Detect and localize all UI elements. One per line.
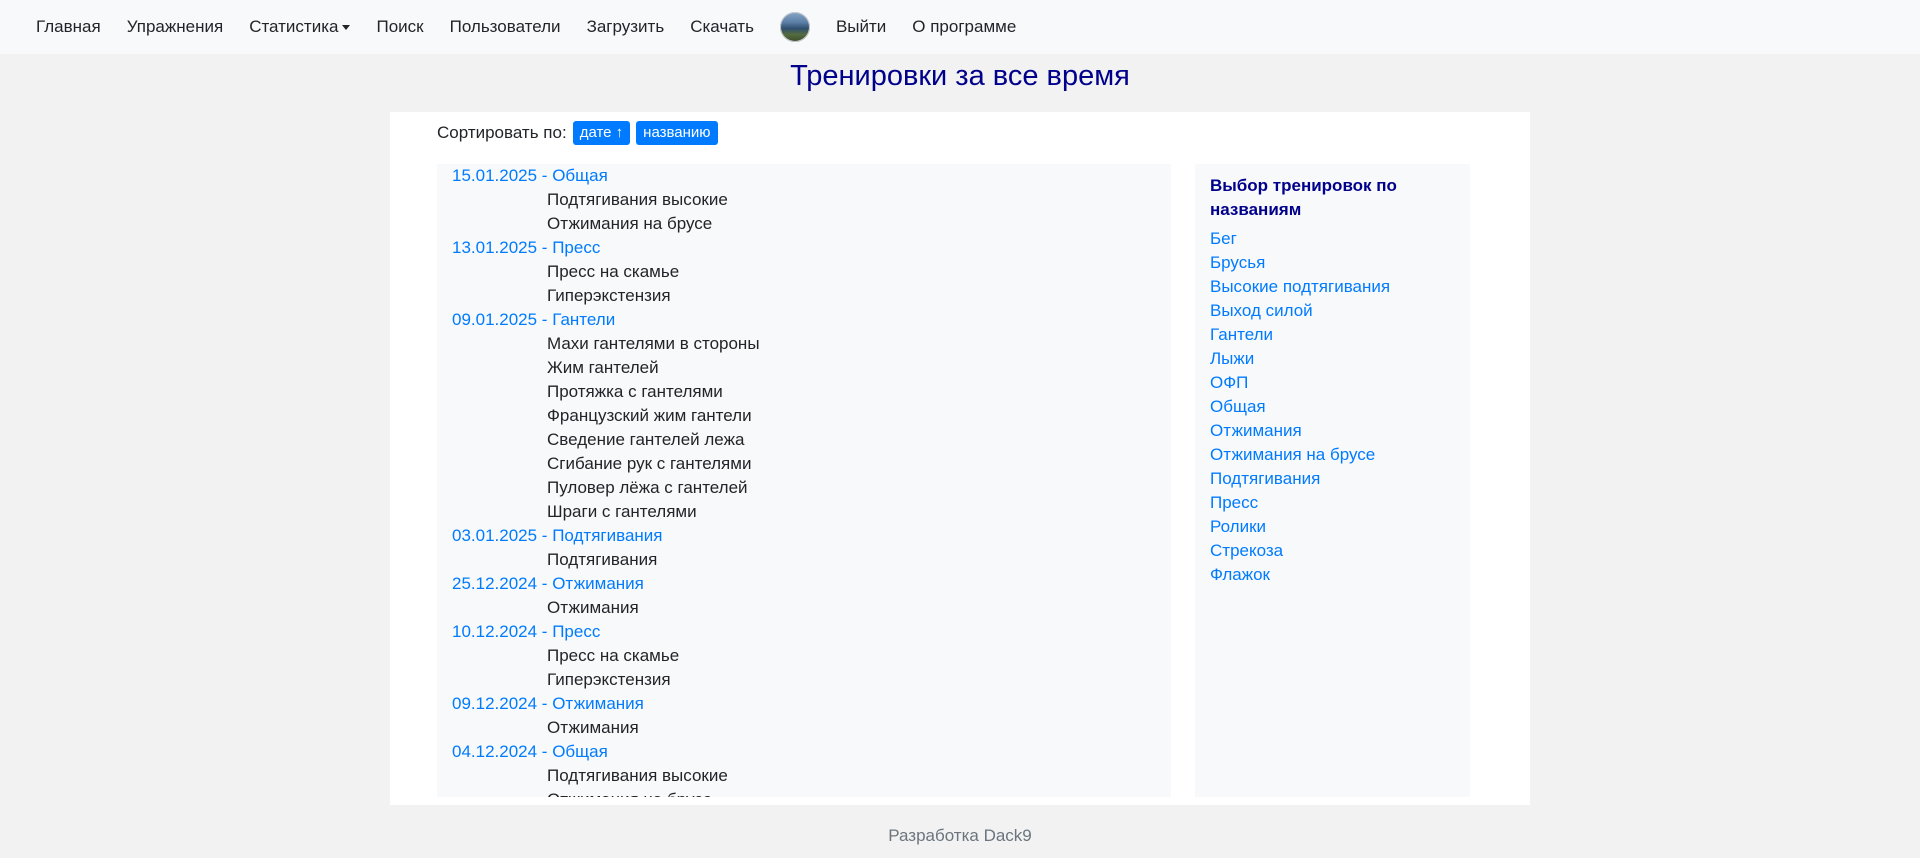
sidebar-title: Выбор тренировок по названиям	[1210, 176, 1397, 219]
sidebar-link[interactable]: Общая	[1210, 395, 1390, 419]
sidebar-link[interactable]: Выход силой	[1210, 299, 1390, 323]
sidebar-link[interactable]: Пресс	[1210, 491, 1390, 515]
nav-download[interactable]: Скачать	[690, 17, 754, 37]
nav-about[interactable]: О программе	[912, 17, 1016, 37]
nav-search[interactable]: Поиск	[376, 17, 423, 37]
sidebar-link[interactable]: ОФП	[1210, 371, 1390, 395]
page-title: Тренировки за все время	[790, 60, 1130, 92]
sort-by-date-button[interactable]: дате ↑	[572, 121, 631, 145]
nav-home[interactable]: Главная	[36, 17, 101, 37]
nav-users[interactable]: Пользователи	[450, 17, 561, 37]
exercise-item: Махи гантелями в стороны	[547, 334, 760, 353]
sidebar-link[interactable]: Бег	[1210, 227, 1390, 251]
sort-label: Сортировать по:	[437, 123, 567, 142]
exercise-item: Гиперэкстензия	[547, 670, 671, 689]
chevron-down-icon	[342, 24, 351, 30]
workout-link[interactable]: 10.12.2024 - Пресс	[437, 620, 1171, 644]
sidebar-link[interactable]: Отжимания	[1210, 419, 1390, 443]
workout-item: 03.01.2025 - Подтягивания Подтягивания	[437, 524, 1171, 572]
workout-link[interactable]: 03.01.2025 - Подтягивания	[437, 524, 1171, 548]
avatar[interactable]	[779, 12, 810, 42]
workout-link[interactable]: 04.12.2024 - Общая	[437, 740, 1171, 764]
exercise-item: Французский жим гантели	[547, 406, 752, 425]
exercise-item: Гиперэкстензия	[547, 286, 671, 305]
nav-statistics-label: Статистика	[249, 17, 339, 36]
nav-logout[interactable]: Выйти	[836, 17, 886, 37]
workout-link[interactable]: 15.01.2025 - Общая	[437, 164, 1171, 188]
top-navbar: Главная Упражнения Статистика Поиск Поль…	[0, 0, 1920, 54]
workout-link[interactable]: 13.01.2025 - Пресс	[437, 236, 1171, 260]
sort-by-name-button[interactable]: названию	[636, 121, 718, 145]
workout-link[interactable]: 25.12.2024 - Отжимания	[437, 572, 1171, 596]
workout-item: 04.12.2024 - Общая Подтягивания высокие …	[437, 740, 1171, 797]
sidebar-link[interactable]: Лыжи	[1210, 347, 1390, 371]
footer-credit: Разработка Dack9	[888, 826, 1032, 845]
workout-item: 25.12.2024 - Отжимания Отжимания	[437, 572, 1171, 620]
exercise-item: Пуловер лёжа с гантелей	[547, 478, 748, 497]
sidebar-link[interactable]: Высокие подтягивания	[1210, 275, 1390, 299]
nav-statistics-dropdown[interactable]: Статистика	[249, 17, 351, 37]
sidebar-link[interactable]: Гантели	[1210, 323, 1390, 347]
exercise-item: Сгибание рук с гантелями	[547, 454, 752, 473]
workout-link[interactable]: 09.01.2025 - Гантели	[437, 308, 1171, 332]
workout-item: 09.12.2024 - Отжимания Отжимания	[437, 692, 1171, 740]
exercise-item: Жим гантелей	[547, 358, 659, 377]
workout-item: 13.01.2025 - Пресс Пресс на скамье Гипер…	[437, 236, 1171, 308]
nav-exercises[interactable]: Упражнения	[127, 17, 223, 37]
exercise-item: Сведение гантелей лежа	[547, 430, 745, 449]
sidebar-link[interactable]: Ролики	[1210, 515, 1390, 539]
nav-upload[interactable]: Загрузить	[587, 17, 665, 37]
sort-bar: Сортировать по: дате ↑ названию	[437, 120, 718, 146]
workout-item: 10.12.2024 - Пресс Пресс на скамье Гипер…	[437, 620, 1171, 692]
workout-item: 09.01.2025 - Гантели Махи гантелями в ст…	[437, 308, 1171, 524]
workout-link[interactable]: 09.12.2024 - Отжимания	[437, 692, 1171, 716]
exercise-item: Пресс на скамье	[547, 262, 680, 281]
sidebar-link[interactable]: Подтягивания	[1210, 467, 1390, 491]
exercise-item: Пресс на скамье	[547, 646, 680, 665]
sidebar-link[interactable]: Отжимания на брусе	[1210, 443, 1390, 467]
exercise-item: Отжимания	[547, 598, 639, 617]
sidebar-link[interactable]: Брусья	[1210, 251, 1390, 275]
workout-item: 15.01.2025 - Общая Подтягивания высокие …	[437, 164, 1171, 236]
content-panel: Сортировать по: дате ↑ названию 15.01.20…	[390, 112, 1530, 805]
sidebar-link[interactable]: Стрекоза	[1210, 539, 1390, 563]
exercise-item: Отжимания на брусе	[547, 214, 713, 233]
exercise-item: Протяжка с гантелями	[547, 382, 723, 401]
workout-filter-sidebar: Выбор тренировок по названиям Бег Брусья…	[1195, 164, 1470, 797]
exercise-item: Шраги с гантелями	[547, 502, 697, 521]
exercise-item: Подтягивания высокие	[547, 190, 728, 209]
exercise-item: Подтягивания высокие	[547, 766, 728, 785]
exercise-item: Отжимания на брусе	[437, 788, 1171, 797]
sidebar-link[interactable]: Флажок	[1210, 563, 1390, 587]
exercise-item: Подтягивания	[547, 550, 658, 569]
exercise-item: Отжимания	[547, 718, 639, 737]
sidebar-link-list: Бег Брусья Высокие подтягивания Выход си…	[1210, 227, 1390, 587]
workout-list: 15.01.2025 - Общая Подтягивания высокие …	[437, 164, 1171, 797]
